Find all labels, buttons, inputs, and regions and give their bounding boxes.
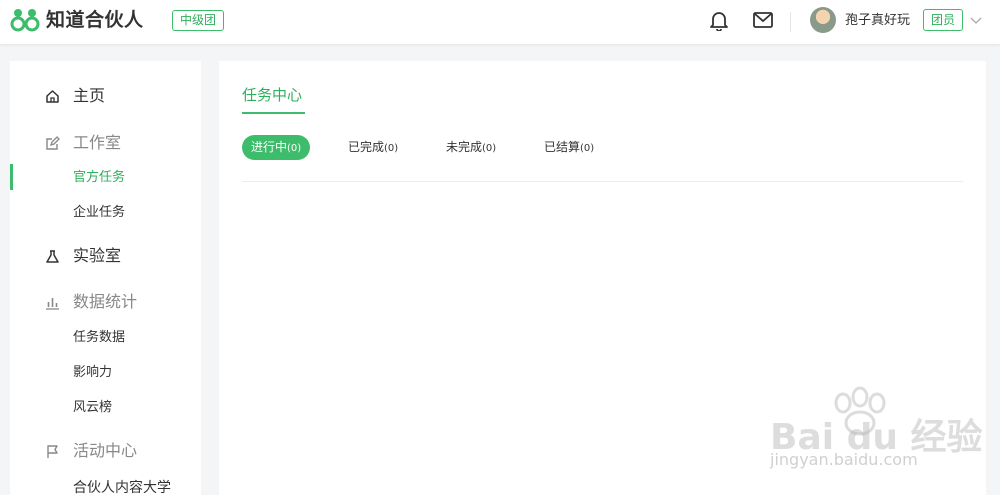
sidebar-item-label: 企业任务 (73, 205, 126, 220)
edit-icon (46, 136, 60, 150)
header-divider (790, 12, 791, 32)
logo-icon[interactable] (10, 7, 40, 33)
sidebar-item-label: 风云榜 (73, 400, 113, 415)
username[interactable]: 孢子真好玩 (845, 12, 910, 30)
filter-tab-count: (0) (287, 143, 302, 154)
sidebar-item-label: 数据统计 (73, 292, 138, 311)
sidebar-item-label: 合伙人内容大学 (73, 480, 171, 495)
sidebar: 主页 工作室 官方任务 企业任务 实验室 数据统计 任务数据 影响力 风云榜 活… (10, 61, 201, 495)
sidebar-item-university[interactable]: 合伙人内容大学 (10, 472, 201, 495)
sidebar-item-label: 实验室 (73, 246, 122, 265)
sidebar-item-label: 影响力 (73, 365, 113, 380)
content-divider (242, 181, 963, 182)
filter-tab-count: (0) (384, 143, 399, 154)
filter-tab-label: 已完成 (348, 140, 385, 154)
bar-chart-icon (46, 298, 59, 310)
filter-tab-count: (0) (580, 143, 595, 154)
sidebar-item-label: 主页 (73, 86, 106, 105)
flask-icon (46, 250, 59, 263)
active-indicator (10, 164, 13, 190)
sidebar-item-enterprise-tasks[interactable]: 企业任务 (10, 197, 201, 227)
home-icon (46, 90, 59, 103)
filter-tab-count: (0) (482, 143, 497, 154)
sidebar-item-stats[interactable]: 数据统计 (10, 287, 201, 317)
sidebar-item-studio[interactable]: 工作室 (10, 128, 201, 158)
filter-tab-completed[interactable]: 已完成(0) (348, 135, 398, 160)
sidebar-item-influence[interactable]: 影响力 (10, 357, 201, 387)
bell-icon[interactable] (709, 10, 729, 31)
sidebar-item-label: 活动中心 (73, 441, 138, 460)
filter-tab-incomplete[interactable]: 未完成(0) (446, 135, 496, 160)
avatar[interactable] (810, 7, 836, 33)
sidebar-item-official-tasks[interactable]: 官方任务 (10, 162, 201, 192)
sidebar-item-label: 官方任务 (73, 170, 126, 185)
brand-name[interactable]: 知道合伙人 (46, 8, 144, 32)
tab-underline (242, 112, 305, 114)
sidebar-item-task-data[interactable]: 任务数据 (10, 322, 201, 352)
sidebar-item-activity[interactable]: 活动中心 (10, 436, 201, 466)
sidebar-item-lab[interactable]: 实验室 (10, 241, 201, 271)
filter-tab-label: 进行中 (251, 140, 288, 154)
mail-icon[interactable] (753, 12, 773, 28)
watermark-url: jingyan.baidu.com (770, 450, 918, 469)
chevron-down-icon[interactable] (970, 15, 982, 25)
sidebar-item-home[interactable]: 主页 (10, 81, 201, 111)
filter-tab-in-progress[interactable]: 进行中(0) (242, 135, 311, 160)
filter-tab-settled[interactable]: 已结算(0) (544, 135, 594, 160)
role-badge: 团员 (923, 9, 964, 31)
tab-task-center[interactable]: 任务中心 (242, 85, 302, 105)
flag-icon (47, 445, 58, 458)
sidebar-item-label: 工作室 (73, 133, 122, 152)
level-badge: 中级团 (172, 10, 225, 31)
sidebar-item-label: 任务数据 (73, 330, 126, 345)
top-header: 知道合伙人 中级团 孢子真好玩 团员 (0, 0, 1000, 44)
filter-tab-label: 已结算 (544, 140, 581, 154)
filter-tab-label: 未完成 (446, 140, 483, 154)
sidebar-item-ranking[interactable]: 风云榜 (10, 392, 201, 422)
